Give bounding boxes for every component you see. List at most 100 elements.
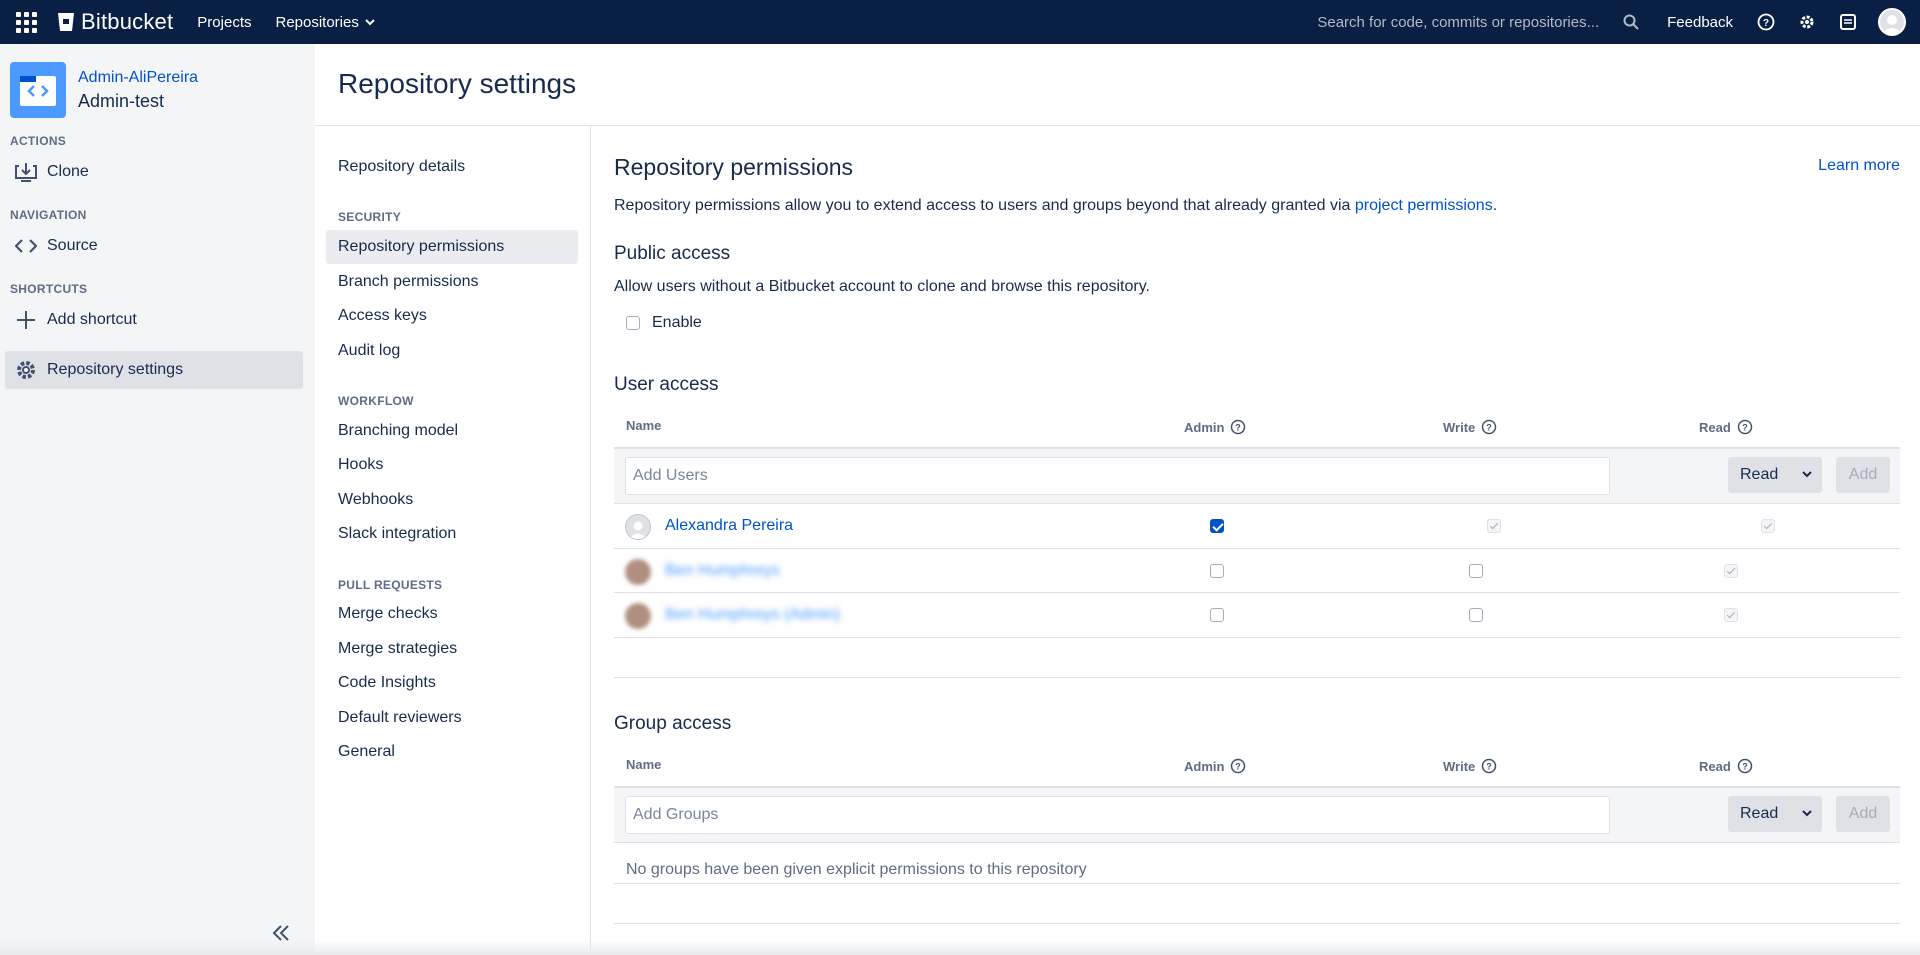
help-icon[interactable]: ? (1481, 758, 1497, 774)
help-icon[interactable]: ? (1481, 419, 1497, 435)
add-user-button[interactable]: Add (1836, 457, 1890, 493)
settings-nav-repository-permissions[interactable]: Repository permissions (326, 230, 578, 264)
project-link[interactable]: Admin-AliPereira (78, 69, 198, 87)
top-navigation-bar: Bitbucket Projects Repositories Search f… (0, 0, 1920, 44)
admin-checkbox[interactable] (1210, 564, 1224, 578)
help-icon[interactable]: ? (1737, 758, 1753, 774)
svg-text:?: ? (1487, 423, 1493, 433)
sidebar-item-label: Source (47, 237, 98, 254)
help-icon[interactable]: ? (1230, 419, 1246, 435)
column-header-name: Name (626, 418, 662, 433)
column-header-label: Write (1443, 419, 1476, 435)
section-title: Repository permissions (614, 154, 854, 180)
settings-nav-general[interactable]: General (326, 735, 578, 769)
public-access-description: Allow users without a Bitbucket account … (614, 278, 1150, 295)
settings-nav-code-insights[interactable]: Code Insights (326, 666, 578, 700)
description-text: Repository permissions allow you to exte… (614, 197, 1355, 214)
column-header-read: Read ? (1699, 419, 1753, 435)
workflow-heading: WORKFLOW (338, 394, 414, 408)
app-switcher-icon[interactable] (14, 10, 38, 34)
group-permission-select[interactable]: Read (1728, 796, 1822, 832)
table-row: Alexandra Pereira (614, 504, 1900, 548)
inbox-icon[interactable] (1837, 11, 1859, 33)
global-search[interactable]: Search for code, commits or repositories… (1317, 14, 1639, 31)
settings-nav-slack-integration[interactable]: Slack integration (326, 517, 578, 551)
search-input[interactable]: Search for code, commits or repositories… (1317, 14, 1599, 31)
brand-name: Bitbucket (81, 9, 174, 34)
admin-checkbox[interactable] (1210, 608, 1224, 622)
settings-nav-repository-details[interactable]: Repository details (326, 150, 578, 184)
svg-text:?: ? (1487, 762, 1493, 772)
actions-heading: ACTIONS (10, 134, 67, 148)
user-name-link[interactable]: Alexandra Pereira (665, 517, 793, 535)
settings-nav-merge-checks[interactable]: Merge checks (326, 597, 578, 631)
svg-text:?: ? (1236, 423, 1242, 433)
divider (590, 126, 591, 955)
column-header-write: Write ? (1443, 758, 1497, 774)
help-icon[interactable]: ? (1755, 11, 1777, 33)
sidebar-item-repository-settings[interactable]: Repository settings (5, 351, 303, 389)
sidebar-item-add-shortcut[interactable]: Add shortcut (5, 301, 303, 339)
settings-nav-merge-strategies[interactable]: Merge strategies (326, 632, 578, 666)
enable-label: Enable (652, 314, 702, 331)
navigation-heading: NAVIGATION (10, 208, 87, 222)
add-users-row: Add Users Read Add (614, 449, 1900, 503)
settings-nav-default-reviewers[interactable]: Default reviewers (326, 701, 578, 735)
feedback-link[interactable]: Feedback (1667, 14, 1733, 31)
pull-requests-heading: PULL REQUESTS (338, 578, 443, 592)
add-groups-input[interactable]: Add Groups (625, 796, 1610, 834)
learn-more-link[interactable]: Learn more (1818, 157, 1900, 175)
settings-nav-webhooks[interactable]: Webhooks (326, 483, 578, 517)
write-checkbox[interactable] (1469, 608, 1483, 622)
user-name-link[interactable]: Ben Humphreys (665, 562, 780, 580)
enable-checkbox[interactable] (626, 316, 640, 330)
public-access-enable[interactable]: Enable (626, 314, 702, 332)
settings-gear-icon[interactable] (1796, 11, 1818, 33)
permissions-content: Repository permissions Learn more Reposi… (614, 126, 1900, 955)
select-value: Read (1740, 466, 1779, 483)
project-permissions-link[interactable]: project permissions (1355, 197, 1493, 214)
scroll-shadow (0, 940, 1920, 955)
row-divider (614, 883, 1900, 884)
write-checkbox (1487, 519, 1502, 533)
repository-avatar-icon[interactable] (10, 62, 66, 118)
admin-checkbox[interactable] (1210, 519, 1224, 533)
sidebar-item-source[interactable]: Source (5, 227, 303, 265)
projects-link[interactable]: Projects (197, 14, 251, 31)
user-avatar-icon[interactable] (1878, 8, 1906, 36)
page-title: Repository settings (338, 68, 577, 99)
table-row: Ben Humphreys (614, 549, 1900, 593)
settings-nav-access-keys[interactable]: Access keys (326, 299, 578, 333)
help-icon[interactable]: ? (1737, 419, 1753, 435)
add-users-input[interactable]: Add Users (625, 457, 1610, 495)
group-access-heading: Group access (614, 713, 732, 734)
user-name-link[interactable]: Ben Humphreys (Admin) (665, 606, 840, 624)
plus-icon (13, 310, 39, 330)
settings-nav-hooks[interactable]: Hooks (326, 448, 578, 482)
write-checkbox[interactable] (1469, 564, 1483, 578)
settings-nav-branching-model[interactable]: Branching model (326, 414, 578, 448)
column-header-label: Write (1443, 758, 1476, 774)
settings-nav-audit-log[interactable]: Audit log (326, 334, 578, 368)
repositories-menu[interactable]: Repositories (275, 14, 375, 31)
repository-header: Admin-AliPereira Admin-test (10, 62, 198, 118)
read-checkbox (1760, 519, 1775, 533)
search-icon[interactable] (1623, 14, 1639, 30)
user-access-heading: User access (614, 374, 719, 395)
row-divider (614, 842, 1900, 843)
column-header-label: Admin (1184, 758, 1225, 774)
shortcuts-heading: SHORTCUTS (10, 282, 88, 296)
no-groups-message: No groups have been given explicit permi… (626, 861, 1087, 878)
sidebar-item-clone[interactable]: Clone (5, 153, 303, 191)
add-group-button[interactable]: Add (1836, 796, 1890, 832)
settings-nav-branch-permissions[interactable]: Branch permissions (326, 265, 578, 299)
chevron-down-icon (1802, 810, 1812, 817)
row-divider (614, 637, 1900, 638)
section-divider (614, 677, 1900, 678)
repository-name[interactable]: Admin-test (78, 91, 198, 112)
public-access-heading: Public access (614, 243, 731, 264)
chevron-down-icon (1802, 471, 1812, 478)
bitbucket-logo[interactable]: Bitbucket (58, 9, 173, 35)
user-permission-select[interactable]: Read (1728, 457, 1822, 493)
help-icon[interactable]: ? (1230, 758, 1246, 774)
